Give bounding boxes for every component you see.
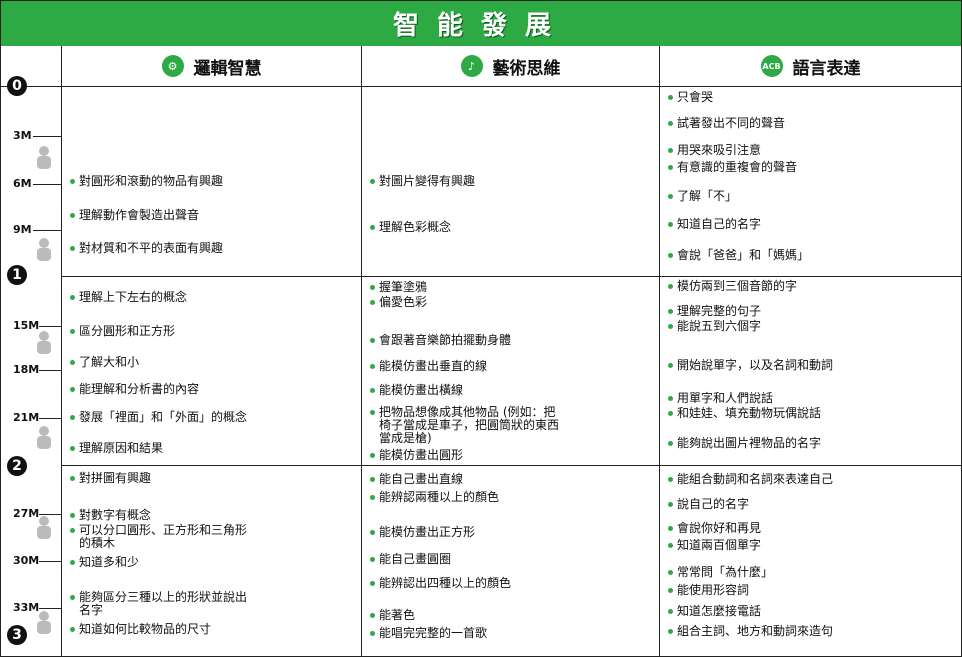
- year-marker: 1: [7, 265, 27, 285]
- year-marker: 0: [7, 76, 27, 96]
- milestone-item-language: 常常問「為什麼」: [667, 566, 773, 579]
- milestone-item-art: 能辨認出四種以上的顏色: [369, 577, 511, 590]
- baby-icon: [34, 331, 54, 355]
- milestone-item-logic: 發展「裡面」和「外面」的概念: [69, 411, 247, 424]
- milestone-item-language: 組合主詞、地方和動詞來造句: [667, 625, 833, 638]
- milestone-item-logic: 能夠區分三種以上的形狀並說出 名字: [69, 591, 247, 617]
- month-tick: [33, 184, 61, 185]
- month-tick: [39, 561, 61, 562]
- month-tick: [33, 230, 61, 231]
- milestone-item-language: 知道兩百個單字: [667, 539, 761, 552]
- milestone-item-art: 握筆塗鴉: [369, 281, 427, 294]
- milestone-item-language: 開始說單字，以及名詞和動詞: [667, 359, 833, 372]
- milestone-item-art: 能模仿畫出圓形: [369, 449, 463, 462]
- milestone-item-language: 有意識的重複會的聲音: [667, 161, 797, 174]
- milestone-item-logic: 能理解和分析書的內容: [69, 383, 199, 396]
- year-marker: 3: [7, 625, 27, 645]
- month-tick: [39, 370, 61, 371]
- month-tick: [39, 326, 61, 327]
- milestone-item-language: 會說你好和再見: [667, 522, 761, 535]
- milestone-item-logic: 理解上下左右的概念: [69, 291, 187, 304]
- milestone-item-art: 能自己畫出直線: [369, 473, 463, 486]
- milestone-item-logic: 知道如何比較物品的尺寸: [69, 623, 211, 636]
- baby-icon: [34, 146, 54, 170]
- column-header-language: ACB 語言表達: [660, 46, 961, 86]
- milestone-item-logic: 知道多和少: [69, 556, 139, 569]
- milestone-item-logic: 對拼圖有興趣: [69, 472, 151, 485]
- page: 智能發展 ⚙ 邏輯智慧 ♪ 藝術思維 ACB 語言表達 0 1 2 3 3M 6M 9M 15…: [0, 0, 962, 657]
- milestone-item-logic: 理解原因和結果: [69, 442, 163, 455]
- milestone-item-logic: 區分圓形和正方形: [69, 325, 175, 338]
- art-icon: ♪: [460, 55, 483, 77]
- month-tick: [39, 608, 61, 609]
- month-label: 6M: [13, 177, 32, 190]
- milestone-item-logic: 理解動作會製造出聲音: [69, 209, 199, 222]
- milestone-item-logic: 了解大和小: [69, 356, 139, 369]
- divider: [659, 46, 660, 656]
- divider: [61, 46, 62, 656]
- divider: [61, 276, 961, 277]
- title-banner: 智能發展: [1, 1, 961, 46]
- milestone-item-art: 能模仿畫出正方形: [369, 526, 475, 539]
- year-marker: 2: [7, 456, 27, 476]
- milestone-item-logic: 對材質和不平的表面有興趣: [69, 242, 223, 255]
- month-tick: [39, 514, 61, 515]
- milestone-item-language: 會說「爸爸」和「媽媽」: [667, 249, 809, 262]
- milestone-item-language: 用哭來吸引注意: [667, 144, 761, 157]
- abc-icon: ACB: [760, 55, 783, 77]
- milestone-item-logic: 對數字有概念: [69, 509, 151, 522]
- logic-icon: ⚙: [161, 55, 184, 77]
- divider: [361, 46, 362, 656]
- baby-icon: [34, 611, 54, 635]
- milestone-item-language: 說自己的名字: [667, 498, 749, 511]
- milestone-item-language: 了解「不」: [667, 190, 737, 203]
- milestone-item-art: 能模仿畫出橫線: [369, 384, 463, 397]
- milestone-item-language: 和娃娃、填充動物玩偶說話: [667, 407, 821, 420]
- month-label: 9M: [13, 223, 32, 236]
- month-label: 3M: [13, 129, 32, 142]
- month-label: 30M: [13, 554, 40, 567]
- milestone-item-language: 能使用形容詞: [667, 584, 749, 597]
- milestone-item-art: 能模仿畫出垂直的線: [369, 360, 487, 373]
- column-header-art: ♪ 藝術思維: [362, 46, 659, 86]
- milestone-item-language: 能組合動詞和名詞來表達自己: [667, 473, 833, 486]
- milestone-item-language: 用單字和人們說話: [667, 392, 773, 405]
- milestone-item-language: 知道怎麼接電話: [667, 605, 761, 618]
- milestone-item-art: 理解色彩概念: [369, 221, 451, 234]
- milestone-item-art: 能自己畫圓圈: [369, 553, 451, 566]
- month-tick: [33, 136, 61, 137]
- milestone-item-art: 能著色: [369, 609, 415, 622]
- month-tick: [39, 418, 61, 419]
- milestone-item-language: 理解完整的句子: [667, 305, 761, 318]
- divider: [1, 86, 961, 87]
- milestone-item-art: 會跟著音樂節拍擺動身體: [369, 334, 511, 347]
- milestone-item-language: 模仿兩到三個音節的字: [667, 280, 797, 293]
- month-label: 21M: [13, 411, 40, 424]
- milestone-item-art: 偏愛色彩: [369, 296, 427, 309]
- milestone-item-logic: 可以分口圓形、正方形和三角形 的積木: [69, 524, 247, 550]
- milestone-item-art: 能辨認兩種以上的顏色: [369, 491, 499, 504]
- milestone-item-language: 試著發出不同的聲音: [667, 117, 785, 130]
- milestone-item-language: 只會哭: [667, 91, 713, 104]
- divider: [61, 465, 961, 466]
- column-header-logic: ⚙ 邏輯智慧: [62, 46, 361, 86]
- milestone-item-logic: 對圓形和滾動的物品有興趣: [69, 175, 223, 188]
- milestone-item-art: 對圖片變得有興趣: [369, 175, 475, 188]
- baby-icon: [34, 516, 54, 540]
- baby-icon: [34, 426, 54, 450]
- month-label: 18M: [13, 363, 40, 376]
- milestone-item-language: 知道自己的名字: [667, 218, 761, 231]
- baby-icon: [34, 238, 54, 262]
- page-title: 智能發展: [392, 11, 569, 41]
- milestone-item-language: 能說五到六個字: [667, 320, 761, 333]
- milestone-item-art: 把物品想像成其他物品 (例如：把 椅子當成是車子，把圓筒狀的東西 當成是槍): [369, 406, 559, 445]
- milestone-item-language: 能夠說出圖片裡物品的名字: [667, 437, 821, 450]
- milestone-item-art: 能唱完完整的一首歌: [369, 627, 487, 640]
